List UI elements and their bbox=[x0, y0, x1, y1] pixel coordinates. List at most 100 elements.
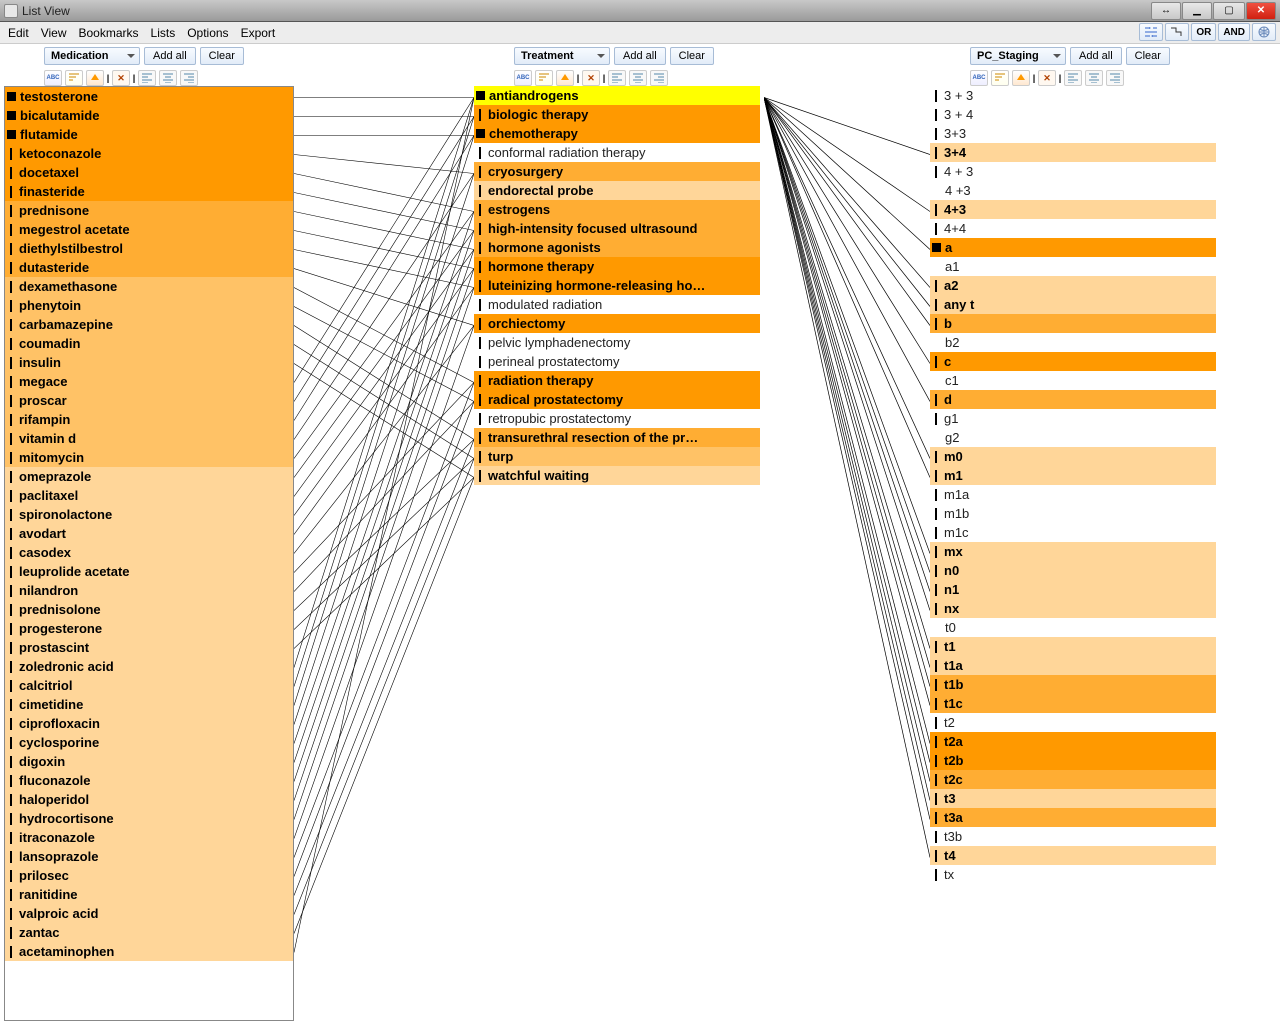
list-item-medication[interactable]: zoledronic acid bbox=[5, 657, 293, 676]
list-item-medication[interactable]: hydrocortisone bbox=[5, 809, 293, 828]
sort-alpha-icon[interactable]: ABC bbox=[44, 70, 62, 86]
list-item-pc-staging[interactable]: t1b bbox=[930, 675, 1216, 694]
list-item-pc-staging[interactable]: tx bbox=[930, 865, 1216, 884]
menu-lists[interactable]: Lists bbox=[145, 24, 182, 42]
clear-filter-icon[interactable]: ✕ bbox=[582, 70, 600, 86]
list-item-medication[interactable]: ketoconazole bbox=[5, 144, 293, 163]
list-item-treatment[interactable]: cryosurgery bbox=[474, 162, 760, 181]
list-item-medication[interactable]: prednisone bbox=[5, 201, 293, 220]
logic-and-button[interactable]: AND bbox=[1218, 23, 1250, 41]
sort-asc-icon[interactable] bbox=[86, 70, 104, 86]
list-item-pc-staging[interactable]: m1 bbox=[930, 466, 1216, 485]
list-item-treatment[interactable]: radiation therapy bbox=[474, 371, 760, 390]
list-item-pc-staging[interactable]: t2c bbox=[930, 770, 1216, 789]
list-item-pc-staging[interactable]: 3+4 bbox=[930, 143, 1216, 162]
sort-alpha-icon[interactable]: ABC bbox=[514, 70, 532, 86]
list-item-pc-staging[interactable]: mx bbox=[930, 542, 1216, 561]
list-item-treatment[interactable]: estrogens bbox=[474, 200, 760, 219]
align-center-icon[interactable] bbox=[629, 70, 647, 86]
list-item-medication[interactable]: avodart bbox=[5, 524, 293, 543]
list-item-medication[interactable]: finasteride bbox=[5, 182, 293, 201]
list-item-pc-staging[interactable]: a2 bbox=[930, 276, 1216, 295]
list-item-medication[interactable]: prostascint bbox=[5, 638, 293, 657]
list-item-medication[interactable]: itraconazole bbox=[5, 828, 293, 847]
list-item-medication[interactable]: leuprolide acetate bbox=[5, 562, 293, 581]
list-item-medication[interactable]: dutasteride bbox=[5, 258, 293, 277]
list-item-medication[interactable]: diethylstilbestrol bbox=[5, 239, 293, 258]
list-item-medication[interactable]: bicalutamide bbox=[5, 106, 293, 125]
list-item-medication[interactable]: fluconazole bbox=[5, 771, 293, 790]
list-item-treatment[interactable]: watchful waiting bbox=[474, 466, 760, 485]
clear-filter-icon[interactable]: ✕ bbox=[1038, 70, 1056, 86]
list-item-medication[interactable]: dexamethasone bbox=[5, 277, 293, 296]
list-item-pc-staging[interactable]: 3 + 4 bbox=[930, 105, 1216, 124]
list-medication[interactable]: testosteronebicalutamideflutamideketocon… bbox=[4, 86, 294, 1021]
list-item-pc-staging[interactable]: b bbox=[930, 314, 1216, 333]
list-item-medication[interactable]: acetaminophen bbox=[5, 942, 293, 961]
align-center-icon[interactable] bbox=[159, 70, 177, 86]
sort-count-icon[interactable] bbox=[535, 70, 553, 86]
list-item-pc-staging[interactable]: m0 bbox=[930, 447, 1216, 466]
list-item-treatment[interactable]: chemotherapy bbox=[474, 124, 760, 143]
list-item-medication[interactable]: spironolactone bbox=[5, 505, 293, 524]
globe-icon[interactable] bbox=[1252, 23, 1276, 41]
list-item-medication[interactable]: ciprofloxacin bbox=[5, 714, 293, 733]
dropdown-pc-staging[interactable]: PC_Staging bbox=[970, 47, 1066, 65]
list-item-treatment[interactable]: modulated radiation bbox=[474, 295, 760, 314]
clear-filter-icon[interactable]: ✕ bbox=[112, 70, 130, 86]
align-center-icon[interactable] bbox=[1085, 70, 1103, 86]
list-item-medication[interactable]: digoxin bbox=[5, 752, 293, 771]
list-item-medication[interactable]: proscar bbox=[5, 391, 293, 410]
sort-alpha-icon[interactable]: ABC bbox=[970, 70, 988, 86]
list-item-medication[interactable]: carbamazepine bbox=[5, 315, 293, 334]
menu-view[interactable]: View bbox=[35, 24, 73, 42]
list-item-medication[interactable]: cyclosporine bbox=[5, 733, 293, 752]
list-item-treatment[interactable]: radical prostatectomy bbox=[474, 390, 760, 409]
list-item-medication[interactable]: coumadin bbox=[5, 334, 293, 353]
list-item-medication[interactable]: mitomycin bbox=[5, 448, 293, 467]
list-item-pc-staging[interactable]: t1 bbox=[930, 637, 1216, 656]
clear-button-pc-staging[interactable]: Clear bbox=[1126, 47, 1170, 65]
list-item-pc-staging[interactable]: 4+4 bbox=[930, 219, 1216, 238]
list-item-pc-staging[interactable]: m1c bbox=[930, 523, 1216, 542]
list-item-medication[interactable]: megace bbox=[5, 372, 293, 391]
dropdown-treatment[interactable]: Treatment bbox=[514, 47, 610, 65]
list-item-treatment[interactable]: pelvic lymphadenectomy bbox=[474, 333, 760, 352]
list-item-pc-staging[interactable]: g2 bbox=[930, 428, 1216, 447]
clear-button-treatment[interactable]: Clear bbox=[670, 47, 714, 65]
list-item-pc-staging[interactable]: t3 bbox=[930, 789, 1216, 808]
list-item-treatment[interactable]: endorectal probe bbox=[474, 181, 760, 200]
list-item-medication[interactable]: paclitaxel bbox=[5, 486, 293, 505]
list-item-medication[interactable]: docetaxel bbox=[5, 163, 293, 182]
addall-button-treatment[interactable]: Add all bbox=[614, 47, 666, 65]
list-item-medication[interactable]: cimetidine bbox=[5, 695, 293, 714]
list-pc-staging[interactable]: 3 + 33 + 43+33+44 + 3 4 +34+34+4a a1a2an… bbox=[930, 86, 1216, 1021]
list-item-treatment[interactable]: retropubic prostatectomy bbox=[474, 409, 760, 428]
list-item-pc-staging[interactable]: 4 + 3 bbox=[930, 162, 1216, 181]
list-item-pc-staging[interactable]: c1 bbox=[930, 371, 1216, 390]
menu-export[interactable]: Export bbox=[235, 24, 282, 42]
menu-options[interactable]: Options bbox=[181, 24, 234, 42]
list-item-medication[interactable]: megestrol acetate bbox=[5, 220, 293, 239]
list-item-pc-staging[interactable]: t1c bbox=[930, 694, 1216, 713]
list-item-treatment[interactable]: orchiectomy bbox=[474, 314, 760, 333]
list-item-medication[interactable]: lansoprazole bbox=[5, 847, 293, 866]
list-item-pc-staging[interactable]: b2 bbox=[930, 333, 1216, 352]
addall-button-pc-staging[interactable]: Add all bbox=[1070, 47, 1122, 65]
list-item-medication[interactable]: casodex bbox=[5, 543, 293, 562]
list-item-pc-staging[interactable]: n1 bbox=[930, 580, 1216, 599]
list-item-medication[interactable]: vitamin d bbox=[5, 429, 293, 448]
menu-bookmarks[interactable]: Bookmarks bbox=[72, 24, 144, 42]
list-item-medication[interactable]: ranitidine bbox=[5, 885, 293, 904]
list-item-pc-staging[interactable]: a bbox=[930, 238, 1216, 257]
list-item-pc-staging[interactable]: t2 bbox=[930, 713, 1216, 732]
list-item-treatment[interactable]: hormone agonists bbox=[474, 238, 760, 257]
list-item-pc-staging[interactable]: c bbox=[930, 352, 1216, 371]
menu-edit[interactable]: Edit bbox=[2, 24, 35, 42]
list-item-medication[interactable]: prednisolone bbox=[5, 600, 293, 619]
align-right-icon[interactable] bbox=[180, 70, 198, 86]
list-item-medication[interactable]: progesterone bbox=[5, 619, 293, 638]
list-item-medication[interactable]: omeprazole bbox=[5, 467, 293, 486]
sort-asc-icon[interactable] bbox=[556, 70, 574, 86]
list-item-medication[interactable]: valproic acid bbox=[5, 904, 293, 923]
